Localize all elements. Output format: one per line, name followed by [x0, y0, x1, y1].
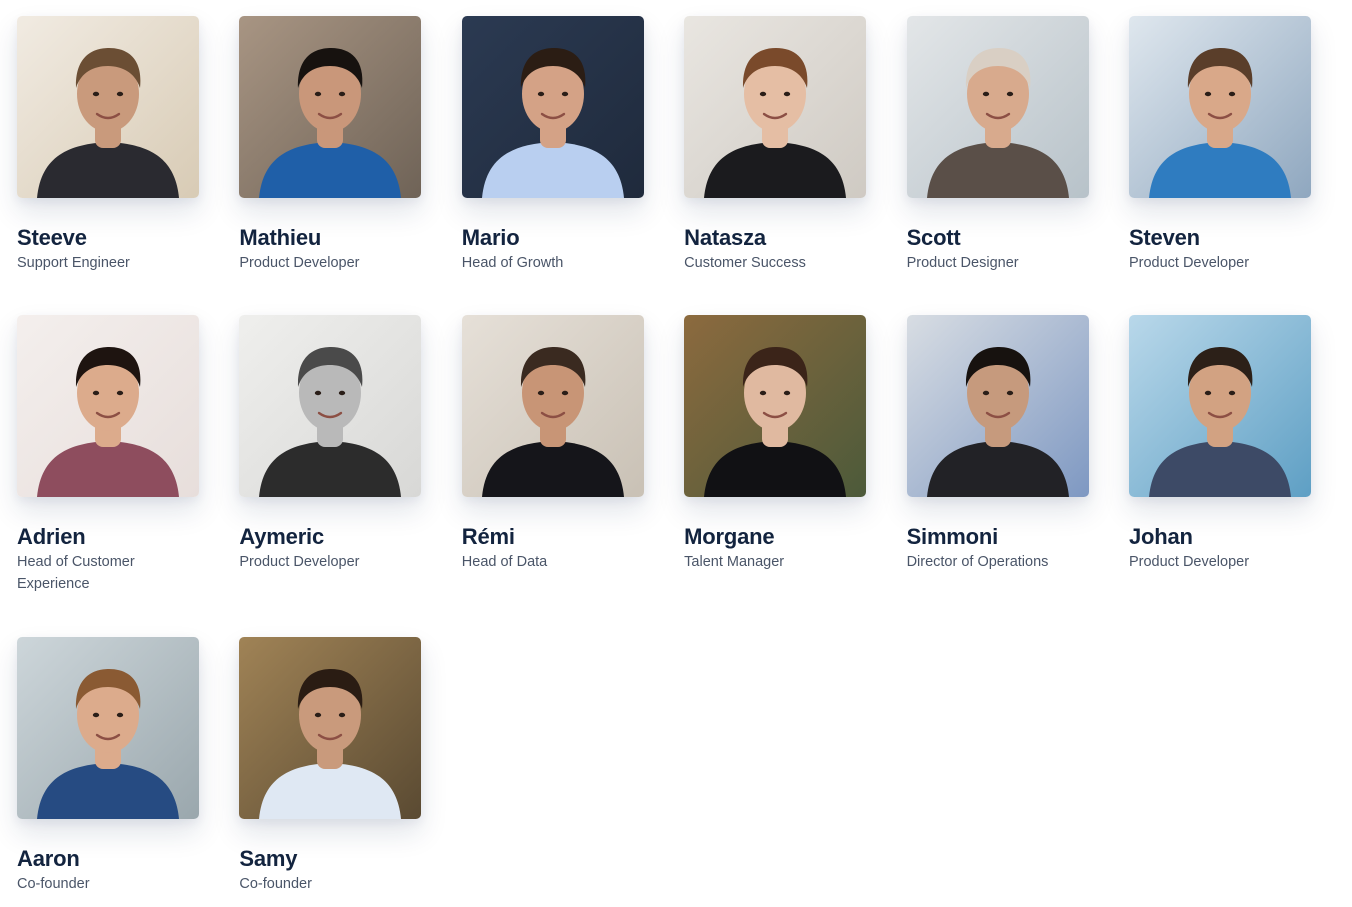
member-name: Samy — [239, 846, 298, 871]
member-photo-mathieu — [239, 16, 422, 198]
team-member-aaron: Aaron Co-founder — [17, 637, 199, 907]
member-role: Product Developer — [239, 554, 360, 570]
member-role: Co-founder — [17, 876, 90, 892]
member-name: Adrien — [17, 524, 86, 549]
member-photo-samy — [239, 637, 422, 819]
member-role: Talent Manager — [684, 554, 785, 570]
member-role: Head of Customer Experience — [17, 554, 135, 592]
member-name: Aaron — [17, 846, 80, 871]
member-name: Aymeric — [239, 524, 325, 549]
member-role: Co-founder — [239, 876, 312, 892]
member-name: Simmoni — [906, 524, 999, 549]
member-photo-simmoni — [906, 315, 1089, 497]
member-role: Head of Growth — [461, 255, 564, 271]
team-member-steven: Steven Product Developer — [1128, 16, 1311, 315]
member-role: Product Designer — [906, 255, 1019, 271]
team-member-morgane: Morgane Talent Manager — [684, 315, 867, 637]
member-name: Steven — [1128, 225, 1200, 250]
team-member-natasza: Natasza Customer Success — [684, 16, 867, 315]
member-photo-adrien — [17, 315, 199, 497]
team-member-remi: Rémi Head of Data — [461, 315, 644, 637]
member-photo-natasza — [684, 16, 867, 198]
member-role: Product Developer — [1128, 255, 1250, 271]
member-photo-remi — [461, 315, 644, 497]
member-photo-steeve — [17, 16, 199, 198]
team-member-johan: Johan Product Developer — [1128, 315, 1311, 637]
member-name: Steeve — [17, 225, 87, 250]
member-name: Rémi — [461, 524, 515, 549]
team-member-aymeric: Aymeric Product Developer — [239, 315, 422, 637]
team-member-mario: Mario Head of Growth — [461, 16, 644, 315]
member-name: Johan — [1128, 524, 1193, 549]
member-photo-scott — [906, 16, 1089, 198]
member-role: Product Developer — [239, 255, 360, 271]
member-role: Director of Operations — [906, 554, 1049, 570]
member-photo-mario — [461, 16, 644, 198]
team-member-steeve: Steeve Support Engineer — [17, 16, 199, 315]
team-member-adrien: Adrien Head of Customer Experience — [17, 315, 199, 637]
team-member-mathieu: Mathieu Product Developer — [239, 16, 422, 315]
member-photo-steven — [1128, 16, 1311, 198]
member-photo-aymeric — [239, 315, 422, 497]
member-photo-morgane — [684, 315, 867, 497]
member-name: Natasza — [684, 225, 766, 250]
member-name: Mario — [461, 225, 520, 250]
member-role: Head of Data — [461, 554, 548, 570]
team-member-simmoni: Simmoni Director of Operations — [906, 315, 1089, 637]
team-grid: Steeve Support Engineer Mathieu Product … — [17, 16, 1311, 907]
member-name: Morgane — [684, 524, 775, 549]
team-member-scott: Scott Product Designer — [906, 16, 1089, 315]
member-role: Product Developer — [1128, 554, 1250, 570]
member-name: Mathieu — [239, 225, 322, 250]
member-role: Support Engineer — [17, 255, 130, 271]
member-role: Customer Success — [684, 255, 806, 271]
member-photo-aaron — [17, 637, 199, 819]
team-member-samy: Samy Co-founder — [239, 637, 422, 907]
member-photo-johan — [1128, 315, 1311, 497]
member-name: Scott — [906, 225, 961, 250]
